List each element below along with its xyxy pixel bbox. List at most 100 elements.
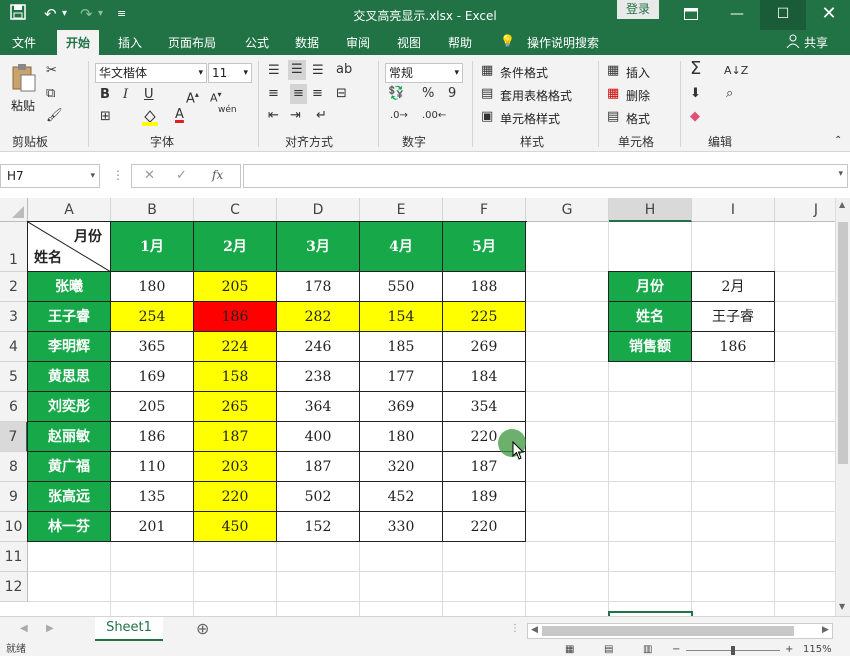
data-cell[interactable]: 238 xyxy=(277,362,360,392)
data-cell[interactable]: 220 xyxy=(443,512,526,542)
lookup-value-cell[interactable]: 2月 xyxy=(692,272,775,302)
tab-formulas[interactable]: 公式 xyxy=(245,34,269,51)
row-header[interactable]: 12 xyxy=(0,572,28,602)
data-cell[interactable]: 186 xyxy=(111,422,194,452)
zoom-slider-handle[interactable] xyxy=(731,646,735,655)
data-cell[interactable]: 180 xyxy=(111,272,194,302)
decrease-decimal-icon[interactable]: .00← xyxy=(422,108,446,124)
name-cell[interactable]: 林一芬 xyxy=(28,512,111,542)
cancel-icon[interactable]: ✕ xyxy=(144,168,155,183)
scroll-down-icon[interactable]: ▼ xyxy=(839,602,845,611)
row-header[interactable]: 10 xyxy=(0,512,28,542)
fill-icon[interactable]: ⬇ xyxy=(690,86,701,102)
data-cell[interactable]: 205 xyxy=(111,392,194,422)
name-cell[interactable]: 黄思思 xyxy=(28,362,111,392)
row-header[interactable]: 7 xyxy=(0,422,28,452)
data-cell[interactable]: 169 xyxy=(111,362,194,392)
merge-center-icon[interactable]: ⊟ xyxy=(336,86,347,102)
data-cell[interactable]: 178 xyxy=(277,272,360,302)
italic-button[interactable]: I xyxy=(123,87,128,103)
next-sheet-icon[interactable]: ▶ xyxy=(46,623,54,634)
column-header[interactable]: E xyxy=(360,198,443,222)
increase-indent-icon[interactable]: ⇥ xyxy=(290,108,301,124)
lookup-label-cell[interactable]: 销售额 xyxy=(609,332,692,362)
tab-review[interactable]: 审阅 xyxy=(346,34,370,51)
data-cell[interactable]: 246 xyxy=(277,332,360,362)
borders-icon[interactable]: ⊞ xyxy=(100,109,111,125)
font-name-select[interactable]: 华文楷体 ▾ xyxy=(95,63,207,83)
scroll-right-icon[interactable]: ▶ xyxy=(822,625,829,635)
lookup-value-cell[interactable]: 王子睿 xyxy=(692,302,775,332)
tab-file[interactable]: 文件 xyxy=(12,34,36,51)
row-header[interactable]: 4 xyxy=(0,332,28,362)
month-header-cell[interactable]: 3月 xyxy=(277,222,360,272)
data-cell[interactable]: 282 xyxy=(277,302,360,332)
scroll-thumb[interactable] xyxy=(542,626,794,636)
data-cell[interactable]: 152 xyxy=(277,512,360,542)
data-cell[interactable]: 184 xyxy=(443,362,526,392)
horizontal-scrollbar[interactable]: ◀ ▶ xyxy=(527,623,833,639)
name-cell[interactable]: 王子睿 xyxy=(28,302,111,332)
align-left-icon[interactable]: ≡ xyxy=(268,86,279,102)
data-cell[interactable]: 452 xyxy=(360,482,443,512)
worksheet-grid[interactable]: A B C D E F G H I J 1 2 3 4 5 6 7 8 9 10 11 12 月份 姓名… xyxy=(0,198,835,616)
lookup-label-cell[interactable]: 姓名 xyxy=(609,302,692,332)
name-cell[interactable]: 刘奕彤 xyxy=(28,392,111,422)
wrap-text-icon[interactable]: ↵ xyxy=(316,108,327,124)
close-button[interactable]: ✕ xyxy=(806,0,850,30)
column-header-selected[interactable]: H xyxy=(609,198,692,222)
name-cell[interactable]: 张曦 xyxy=(28,272,111,302)
zoom-in-icon[interactable]: + xyxy=(785,644,793,656)
data-cell[interactable]: 225 xyxy=(443,302,526,332)
month-header-cell[interactable]: 1月 xyxy=(111,222,194,272)
orientation-icon[interactable]: ab xyxy=(336,62,352,78)
sheet-tab[interactable]: Sheet1 xyxy=(95,617,163,641)
increase-decimal-icon[interactable]: .0→ xyxy=(390,108,408,124)
column-header[interactable]: A xyxy=(28,198,111,222)
data-cell[interactable]: 254 xyxy=(111,302,194,332)
column-header[interactable]: J xyxy=(775,198,835,222)
name-cell[interactable]: 赵丽敏 xyxy=(28,422,111,452)
tab-view[interactable]: 视图 xyxy=(397,34,421,51)
copy-icon[interactable]: ⧉ xyxy=(46,86,55,102)
row-header[interactable]: 11 xyxy=(0,542,28,572)
align-center-icon[interactable]: ≡ xyxy=(290,84,307,104)
data-cell[interactable]: 365 xyxy=(111,332,194,362)
normal-view-icon[interactable]: ▦ xyxy=(565,644,574,656)
increase-font-icon[interactable]: A▴ xyxy=(186,87,199,107)
data-cell[interactable]: 201 xyxy=(111,512,194,542)
align-middle-icon[interactable]: ☰ xyxy=(288,60,306,80)
data-cell[interactable]: 220 xyxy=(194,482,277,512)
number-format-select[interactable]: 常规 ▾ xyxy=(385,63,463,83)
tab-data[interactable]: 数据 xyxy=(295,34,319,51)
font-color-icon[interactable]: A xyxy=(175,107,184,123)
cell-styles-button[interactable]: 单元格样式 xyxy=(500,110,560,127)
data-cell[interactable]: 188 xyxy=(443,272,526,302)
data-cell[interactable]: 189 xyxy=(443,482,526,512)
minimize-button[interactable]: — xyxy=(714,0,760,30)
scroll-left-icon[interactable]: ◀ xyxy=(531,625,538,635)
sort-filter-icon[interactable]: A↓Z xyxy=(724,63,748,79)
data-cell[interactable]: 185 xyxy=(360,332,443,362)
format-painter-icon[interactable]: 🖌 xyxy=(46,108,63,124)
prev-sheet-icon[interactable]: ◀ xyxy=(20,623,28,634)
paste-button[interactable]: 粘贴 xyxy=(11,97,35,114)
login-button[interactable]: 登录 xyxy=(617,0,659,19)
row-header[interactable]: 1 xyxy=(0,222,28,272)
row-header[interactable]: 3 xyxy=(0,302,28,332)
insert-cells-button[interactable]: 插入 xyxy=(626,64,650,81)
data-cell[interactable]: 203 xyxy=(194,452,277,482)
column-header[interactable]: I xyxy=(692,198,775,222)
data-cell[interactable]: 158 xyxy=(194,362,277,392)
data-cell[interactable]: 187 xyxy=(277,452,360,482)
lookup-label-cell[interactable]: 月份 xyxy=(609,272,692,302)
align-bottom-icon[interactable]: ☰ xyxy=(312,63,324,79)
scroll-thumb[interactable] xyxy=(838,222,848,464)
underline-button[interactable]: U xyxy=(144,87,154,103)
zoom-out-icon[interactable]: − xyxy=(672,644,680,656)
data-cell[interactable]: 330 xyxy=(360,512,443,542)
share-button[interactable]: 共享 xyxy=(804,34,828,51)
data-cell[interactable]: 269 xyxy=(443,332,526,362)
data-cell[interactable]: 224 xyxy=(194,332,277,362)
comma-style-button[interactable]: 9 xyxy=(448,86,456,102)
